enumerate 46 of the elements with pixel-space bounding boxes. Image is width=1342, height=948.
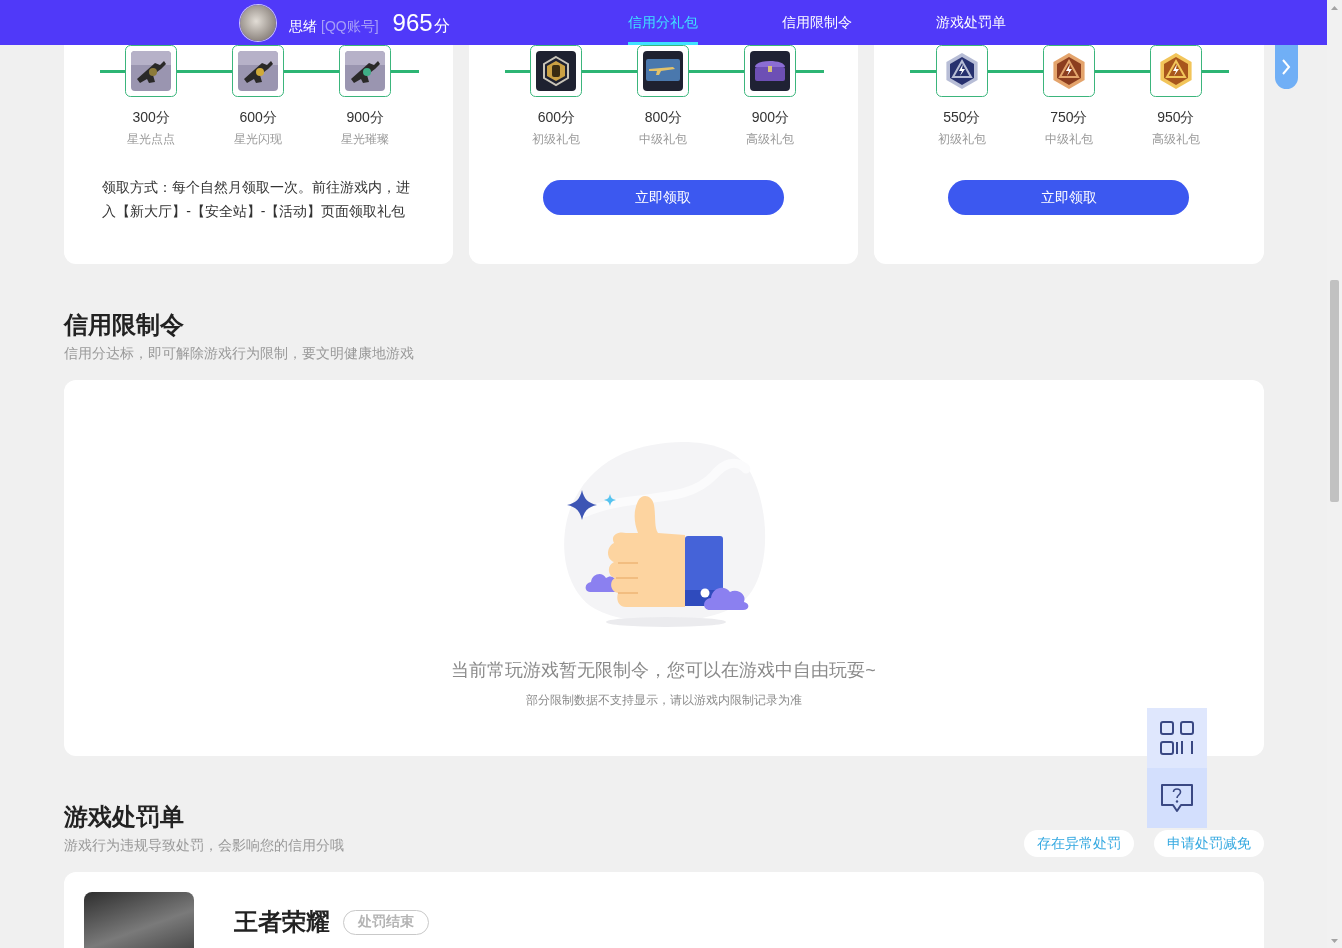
scroll-down-icon[interactable] xyxy=(1331,939,1338,943)
user-name: 思绪 xyxy=(289,17,317,36)
tier-score: 800分 xyxy=(644,108,683,127)
avatar xyxy=(240,4,276,41)
tier-score: 750分 xyxy=(1050,108,1088,127)
score-unit: 分 xyxy=(433,15,450,36)
tier-name: 星光闪现 xyxy=(234,131,283,148)
tier-name: 高级礼包 xyxy=(746,131,795,148)
next-button[interactable] xyxy=(1274,45,1298,89)
tier-score: 550分 xyxy=(943,108,981,127)
help-chat-icon xyxy=(1160,783,1194,813)
tier-score: 600分 xyxy=(239,108,277,127)
claim-button[interactable]: 立即领取 xyxy=(948,180,1190,215)
tier-name: 星光点点 xyxy=(127,131,176,148)
tier-score: 900分 xyxy=(751,108,790,127)
claim-instructions: 领取方式：每个自然月领取一次。前往游戏内，进入【新大厅】-【安全站】-【活动】页面领取礼包 xyxy=(102,178,412,221)
action-button[interactable]: 申请处罚减免 xyxy=(1153,830,1264,857)
credit-score: 965 xyxy=(392,8,433,37)
claim-button[interactable]: 立即领取 xyxy=(543,180,784,215)
section-title: 信用限制令 xyxy=(63,310,185,340)
tier-name: 中级礼包 xyxy=(1044,131,1093,148)
scroll-up-icon[interactable] xyxy=(1331,6,1338,10)
tier-name: 中级礼包 xyxy=(639,131,688,148)
account-type: [QQ账号] xyxy=(321,17,379,36)
tier-score: 900分 xyxy=(346,108,384,127)
tier-name: 初级礼包 xyxy=(532,131,581,148)
section-title: 游戏处罚单 xyxy=(63,802,185,832)
tier-name: 初级礼包 xyxy=(937,131,986,148)
tier-score: 950分 xyxy=(1157,108,1195,127)
empty-state-note: 部分限制数据不支持显示，请以游戏内限制记录为准 xyxy=(525,692,802,709)
section-subtitle: 游戏行为违规导致处罚，会影响您的信用分哦 xyxy=(63,836,344,854)
scrollbar-thumb[interactable] xyxy=(1330,280,1339,502)
tier-score: 600分 xyxy=(537,108,576,127)
qr-code-icon xyxy=(1160,721,1194,755)
action-button[interactable]: 存在异常处罚 xyxy=(1023,830,1134,857)
tier-name: 星光璀璨 xyxy=(341,131,390,148)
section-subtitle: 信用分达标，即可解除游戏行为限制，要文明健康地游戏 xyxy=(63,344,415,362)
game-title: 王者荣耀 xyxy=(233,907,330,937)
nav-tab[interactable]: 信用限制令 xyxy=(781,0,852,45)
nav-tab[interactable]: 游戏处罚单 xyxy=(935,0,1006,45)
empty-state-message: 当前常玩游戏暂无限制令，您可以在游戏中自由玩耍~ xyxy=(451,659,876,682)
help-button[interactable] xyxy=(1147,768,1207,828)
qr-code-button[interactable] xyxy=(1147,708,1207,768)
tier-name: 高级礼包 xyxy=(1151,131,1200,148)
tier-score: 300分 xyxy=(132,108,170,127)
chevron-right-icon xyxy=(1281,59,1291,75)
